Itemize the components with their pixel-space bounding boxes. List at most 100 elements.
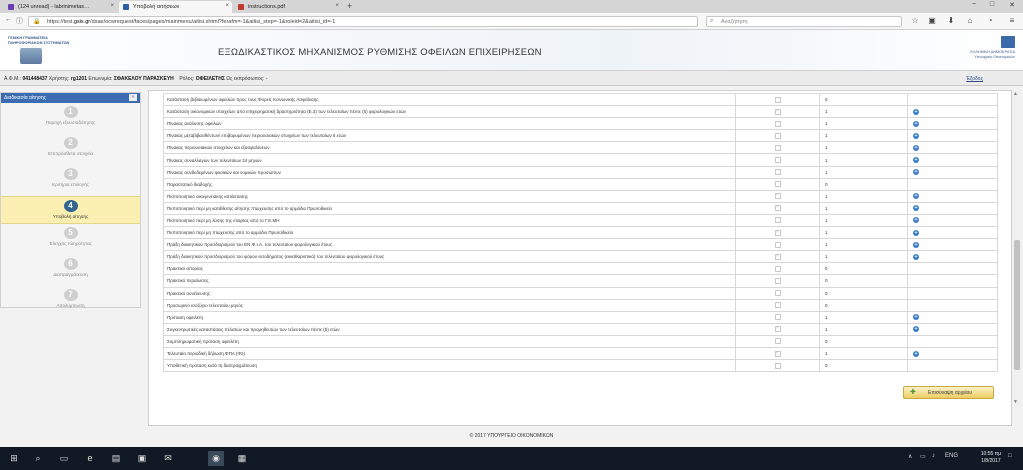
document-check-cell xyxy=(735,226,820,240)
window-close-icon[interactable]: ✕ xyxy=(1005,1,1019,9)
menu-icon[interactable]: ≡ xyxy=(1006,16,1018,25)
add-file-icon[interactable]: + xyxy=(913,253,919,260)
attach-file-button[interactable]: ✚ Επισύναψη αρχείου xyxy=(903,386,994,399)
document-checkbox[interactable] xyxy=(774,362,781,369)
document-checkbox[interactable] xyxy=(774,96,781,103)
scroll-down-icon[interactable]: ▼ xyxy=(1013,399,1018,405)
add-file-icon[interactable]: + xyxy=(913,132,919,139)
info-icon[interactable]: ⓘ xyxy=(16,16,23,26)
add-file-icon[interactable]: + xyxy=(913,193,919,200)
add-file-icon[interactable]: + xyxy=(913,169,919,176)
document-checkbox[interactable] xyxy=(774,120,781,127)
reading-list-icon[interactable]: ▣ xyxy=(926,16,938,25)
document-checkbox[interactable] xyxy=(774,217,781,224)
file-explorer-icon[interactable]: ▤ xyxy=(108,451,124,466)
document-checkbox[interactable] xyxy=(774,169,781,176)
document-checkbox[interactable] xyxy=(774,229,781,236)
step-7[interactable]: 7 Απολύμπωση xyxy=(1,289,140,317)
step-3[interactable]: 3 Κριτήρια επιλογής xyxy=(1,168,140,196)
browser-nav-bar: ← ⓘ 🔒 https://test.gsis.gr/dsae/ocwreque… xyxy=(0,13,1023,30)
collapse-sidebar-button[interactable]: « xyxy=(129,94,137,101)
add-file-icon[interactable]: + xyxy=(913,217,919,224)
tab-close-icon[interactable]: × xyxy=(225,3,229,9)
system-clock[interactable]: 10:55 πμ 1/8/2017 xyxy=(981,451,1001,465)
document-checkbox[interactable] xyxy=(774,181,781,188)
document-count: 1 xyxy=(819,165,908,179)
logout-link[interactable]: Έξοδος xyxy=(966,76,983,82)
document-checkbox[interactable] xyxy=(774,314,781,321)
browser-tab-bar: (124 unread) - labrinimetas… × Υποβολή α… xyxy=(0,0,1023,13)
bookmark-star-icon[interactable]: ☆ xyxy=(909,16,921,25)
proxy-value: - xyxy=(265,76,268,82)
document-checkbox[interactable] xyxy=(774,132,781,139)
start-icon[interactable]: ⊞ xyxy=(6,451,22,466)
task-view-icon[interactable]: ▭ xyxy=(56,451,72,466)
add-file-icon[interactable]: + xyxy=(913,157,919,164)
download-icon[interactable]: ⬇ xyxy=(945,16,957,25)
home-icon[interactable]: ⌂ xyxy=(964,16,976,25)
vertical-scrollbar[interactable]: ▲ ▼ xyxy=(1012,90,1022,406)
document-title: Πίνακας συναλλαγών των τελευταίων 24 μην… xyxy=(163,153,736,167)
add-file-icon[interactable]: + xyxy=(913,108,919,115)
step-label: Έλεγχος πληρότητας xyxy=(49,241,92,246)
step-5[interactable]: 5 Έλεγχος πληρότητας xyxy=(1,227,140,255)
add-file-icon[interactable]: + xyxy=(913,326,919,333)
document-checkbox[interactable] xyxy=(774,338,781,345)
network-icon[interactable]: ▭ xyxy=(920,453,926,460)
document-checkbox[interactable] xyxy=(774,265,781,272)
add-file-icon[interactable]: + xyxy=(913,350,919,357)
minimize-icon[interactable]: − xyxy=(967,1,981,8)
document-checkbox[interactable] xyxy=(774,325,781,333)
document-title: Πίνακας συνδεδεμένων φυσικών και νομικών… xyxy=(163,165,736,179)
add-file-icon[interactable]: + xyxy=(913,144,919,151)
browser-search-field[interactable]: ⌕ Αναζήτηση xyxy=(706,16,902,27)
step-2[interactable]: 2 Επιπρόσθετα στοιχεία xyxy=(1,137,140,165)
scroll-up-icon[interactable]: ▲ xyxy=(1013,91,1018,97)
search-icon[interactable]: ⌕ xyxy=(30,451,46,466)
browser-tab-pdf[interactable]: instructions.pdf × xyxy=(234,1,342,13)
document-checkbox[interactable] xyxy=(774,157,781,164)
document-checkbox[interactable] xyxy=(774,302,781,309)
scrollbar-thumb[interactable] xyxy=(1014,240,1020,370)
document-checkbox[interactable] xyxy=(774,241,781,248)
step-4-active[interactable]: 4 Υποβολή αίτησης xyxy=(1,196,140,224)
address-bar[interactable]: 🔒 https://test.gsis.gr/dsae/ocwrequest/f… xyxy=(28,16,698,27)
add-file-icon[interactable]: + xyxy=(913,314,919,321)
app-icon[interactable]: ▦ xyxy=(234,451,250,466)
edge-icon[interactable]: e xyxy=(82,451,98,466)
document-check-cell xyxy=(735,298,820,312)
firefox-icon[interactable]: ◉ xyxy=(208,451,224,466)
document-checkbox[interactable] xyxy=(774,144,781,151)
tray-expand-icon[interactable]: ∧ xyxy=(908,453,912,460)
document-checkbox[interactable] xyxy=(774,108,781,115)
language-indicator[interactable]: ENG xyxy=(945,453,958,459)
document-checkbox[interactable] xyxy=(774,204,781,212)
browser-tab-submission[interactable]: Υποβολή αιτήσεων × xyxy=(119,1,232,13)
tab-close-icon[interactable]: × xyxy=(110,3,114,9)
browser-tab-mail[interactable]: (124 unread) - labrinimetas… × xyxy=(4,1,117,13)
notification-icon[interactable]: □ xyxy=(1008,453,1012,459)
document-checkbox[interactable] xyxy=(774,277,781,284)
document-row: Πιστοποιητικό οικογενειακής κατάστασης 1 + xyxy=(163,189,998,203)
document-row: Παραστατικό διαδοχής 0 xyxy=(163,177,998,191)
add-file-icon[interactable]: + xyxy=(913,229,919,236)
step-1[interactable]: 1 Παροχή εξουσιοδότησης xyxy=(1,106,140,134)
document-checkbox[interactable] xyxy=(774,350,781,357)
url-prefix: https://test. xyxy=(47,19,74,25)
document-checkbox[interactable] xyxy=(774,253,781,260)
new-tab-button[interactable]: + xyxy=(347,1,352,12)
store-icon[interactable]: ▣ xyxy=(134,451,150,466)
add-file-icon[interactable]: + xyxy=(913,120,919,127)
document-checkbox[interactable] xyxy=(774,290,781,297)
add-file-icon[interactable]: + xyxy=(913,205,919,212)
back-icon[interactable]: ← xyxy=(5,16,12,23)
step-6[interactable]: 6 Διαπραγμάτευση xyxy=(1,258,140,286)
document-checkbox[interactable] xyxy=(774,192,781,200)
add-file-icon[interactable]: + xyxy=(913,241,919,248)
volume-icon[interactable]: ♪ xyxy=(932,453,935,459)
shield-icon[interactable]: ◔ xyxy=(984,16,996,25)
windows-taskbar: ⊞ ⌕ ▭ e ▤ ▣ ✉ ◉ ▦ ∧ ▭ ♪ ENG 10:55 πμ 1/8/2017 □ xyxy=(0,447,1023,470)
mail-icon[interactable]: ✉ xyxy=(160,451,176,466)
tab-close-icon[interactable]: × xyxy=(335,3,339,9)
maximize-icon[interactable]: □ xyxy=(985,1,999,8)
